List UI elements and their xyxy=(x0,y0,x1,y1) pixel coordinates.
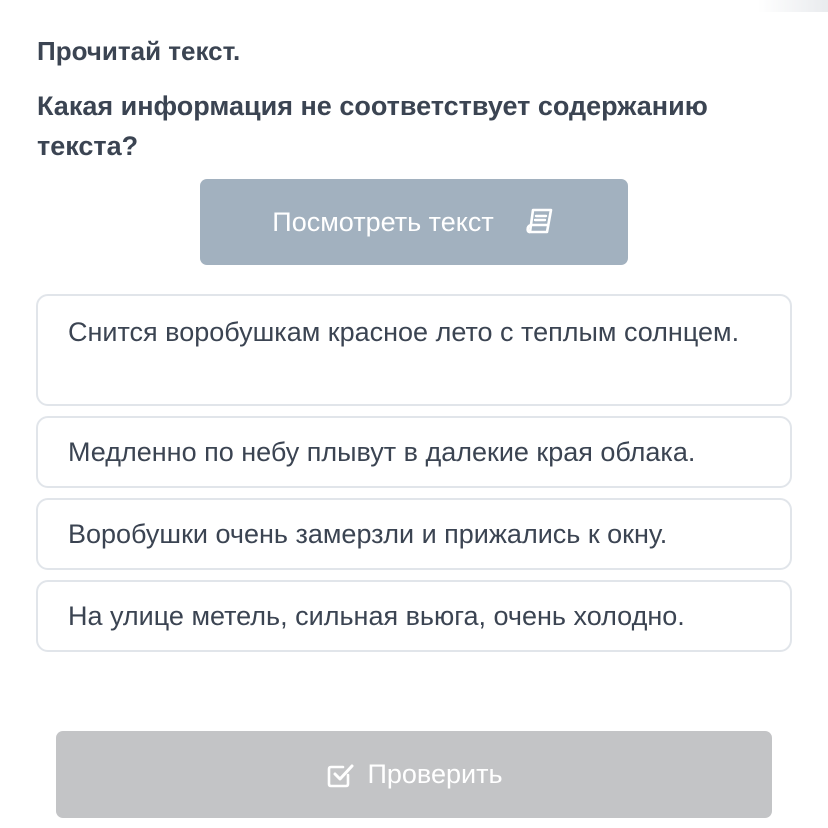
answer-option-3[interactable]: Воробушки очень замерзли и прижались к о… xyxy=(36,498,792,570)
question-text: Какая информация не соответствует содерж… xyxy=(37,91,708,161)
check-button-label: Проверить xyxy=(367,759,503,789)
view-text-button[interactable]: Посмотреть текст xyxy=(200,179,628,265)
top-right-shadow xyxy=(758,0,828,12)
book-icon xyxy=(524,206,556,238)
instruction-text: Прочитай текст. xyxy=(37,36,241,66)
answer-options-list: Снится воробушкам красное лето с теплым … xyxy=(36,294,792,662)
checkbox-check-icon xyxy=(325,760,355,790)
answer-option-2[interactable]: Медленно по небу плывут в далекие края о… xyxy=(36,416,792,488)
answer-option-1[interactable]: Снится воробушкам красное лето с теплым … xyxy=(36,294,792,406)
answer-option-4[interactable]: На улице метель, сильная вьюга, очень хо… xyxy=(36,580,792,652)
view-text-button-label: Посмотреть текст xyxy=(272,206,494,237)
check-button[interactable]: Проверить xyxy=(56,731,772,818)
